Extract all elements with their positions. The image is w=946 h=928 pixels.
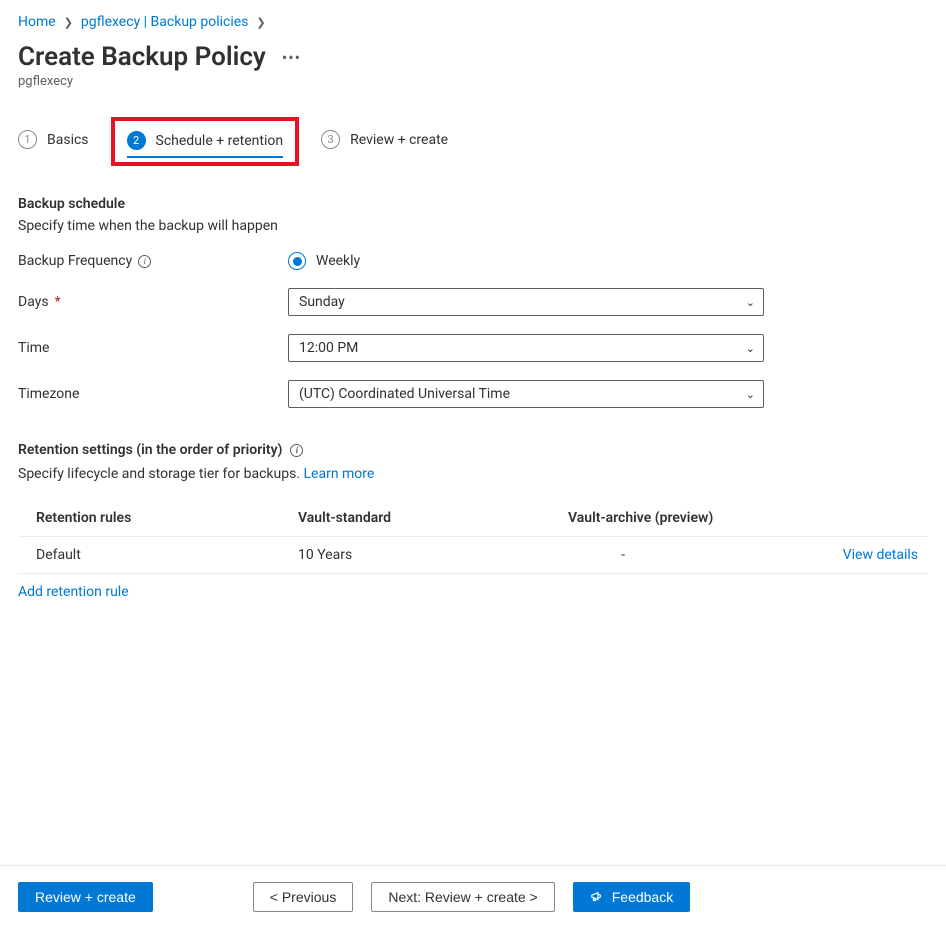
step-label: Basics bbox=[47, 132, 89, 148]
time-label: Time bbox=[18, 340, 49, 356]
frequency-weekly-radio[interactable] bbox=[288, 252, 306, 270]
view-details-link[interactable]: View details bbox=[843, 547, 918, 563]
retention-table: Retention rules Vault-standard Vault-arc… bbox=[18, 500, 928, 574]
table-row: Default 10 Years - View details bbox=[18, 537, 928, 574]
retention-desc: Specify lifecycle and storage tier for b… bbox=[18, 466, 304, 482]
wizard-steps: 1 Basics 2 Schedule + retention 3 Review… bbox=[18, 117, 928, 166]
highlight-box: 2 Schedule + retention bbox=[111, 117, 300, 166]
review-create-button[interactable]: Review + create bbox=[18, 882, 153, 912]
step-number: 2 bbox=[127, 131, 146, 150]
breadcrumb-home[interactable]: Home bbox=[18, 14, 56, 30]
col-vault-archive: Vault-archive (preview) bbox=[568, 510, 818, 526]
timezone-select[interactable]: (UTC) Coordinated Universal Time ⌄ bbox=[288, 380, 764, 408]
timezone-label: Timezone bbox=[18, 386, 79, 402]
feedback-button[interactable]: Feedback bbox=[573, 882, 690, 912]
backup-frequency-label: Backup Frequency bbox=[18, 253, 132, 269]
info-icon[interactable]: i bbox=[138, 255, 151, 268]
megaphone-icon bbox=[590, 890, 604, 904]
time-select[interactable]: 12:00 PM ⌄ bbox=[288, 334, 764, 362]
days-label: Days bbox=[18, 294, 49, 310]
days-select[interactable]: Sunday ⌄ bbox=[288, 288, 764, 316]
retention-heading: Retention settings (in the order of prio… bbox=[18, 442, 282, 458]
previous-button[interactable]: < Previous bbox=[253, 882, 354, 912]
step-review-create[interactable]: 3 Review + create bbox=[321, 130, 448, 153]
chevron-down-icon: ⌄ bbox=[746, 388, 755, 401]
backup-schedule-heading: Backup schedule bbox=[18, 196, 928, 212]
step-number: 1 bbox=[18, 130, 37, 149]
chevron-right-icon: ❯ bbox=[64, 16, 73, 29]
next-button[interactable]: Next: Review + create > bbox=[371, 882, 554, 912]
step-basics[interactable]: 1 Basics bbox=[18, 130, 89, 153]
chevron-right-icon: ❯ bbox=[256, 16, 265, 29]
cell-vault-archive: - bbox=[568, 547, 818, 563]
breadcrumb-policies[interactable]: pgflexecy | Backup policies bbox=[81, 14, 249, 30]
step-label: Schedule + retention bbox=[156, 133, 284, 149]
backup-schedule-desc: Specify time when the backup will happen bbox=[18, 218, 928, 234]
days-value: Sunday bbox=[299, 294, 345, 310]
page-subtitle: pgflexecy bbox=[18, 74, 928, 89]
breadcrumb: Home ❯ pgflexecy | Backup policies ❯ bbox=[18, 14, 928, 30]
time-value: 12:00 PM bbox=[299, 340, 358, 356]
more-icon[interactable]: ••• bbox=[282, 48, 301, 67]
timezone-value: (UTC) Coordinated Universal Time bbox=[299, 386, 510, 402]
feedback-label: Feedback bbox=[612, 889, 673, 905]
cell-rule-name: Default bbox=[18, 547, 298, 563]
step-label: Review + create bbox=[350, 132, 448, 148]
frequency-weekly-label: Weekly bbox=[316, 253, 360, 269]
chevron-down-icon: ⌄ bbox=[746, 296, 755, 309]
wizard-footer: Review + create < Previous Next: Review … bbox=[0, 865, 946, 928]
col-retention-rules: Retention rules bbox=[18, 510, 298, 526]
step-number: 3 bbox=[321, 130, 340, 149]
col-vault-standard: Vault-standard bbox=[298, 510, 568, 526]
required-asterisk: * bbox=[55, 294, 61, 310]
info-icon[interactable]: i bbox=[290, 444, 303, 457]
cell-vault-standard: 10 Years bbox=[298, 547, 568, 563]
step-schedule-retention[interactable]: 2 Schedule + retention bbox=[127, 131, 284, 154]
page-title: Create Backup Policy bbox=[18, 42, 266, 72]
learn-more-link[interactable]: Learn more bbox=[304, 466, 375, 482]
add-retention-rule-link[interactable]: Add retention rule bbox=[18, 584, 928, 600]
chevron-down-icon: ⌄ bbox=[746, 342, 755, 355]
